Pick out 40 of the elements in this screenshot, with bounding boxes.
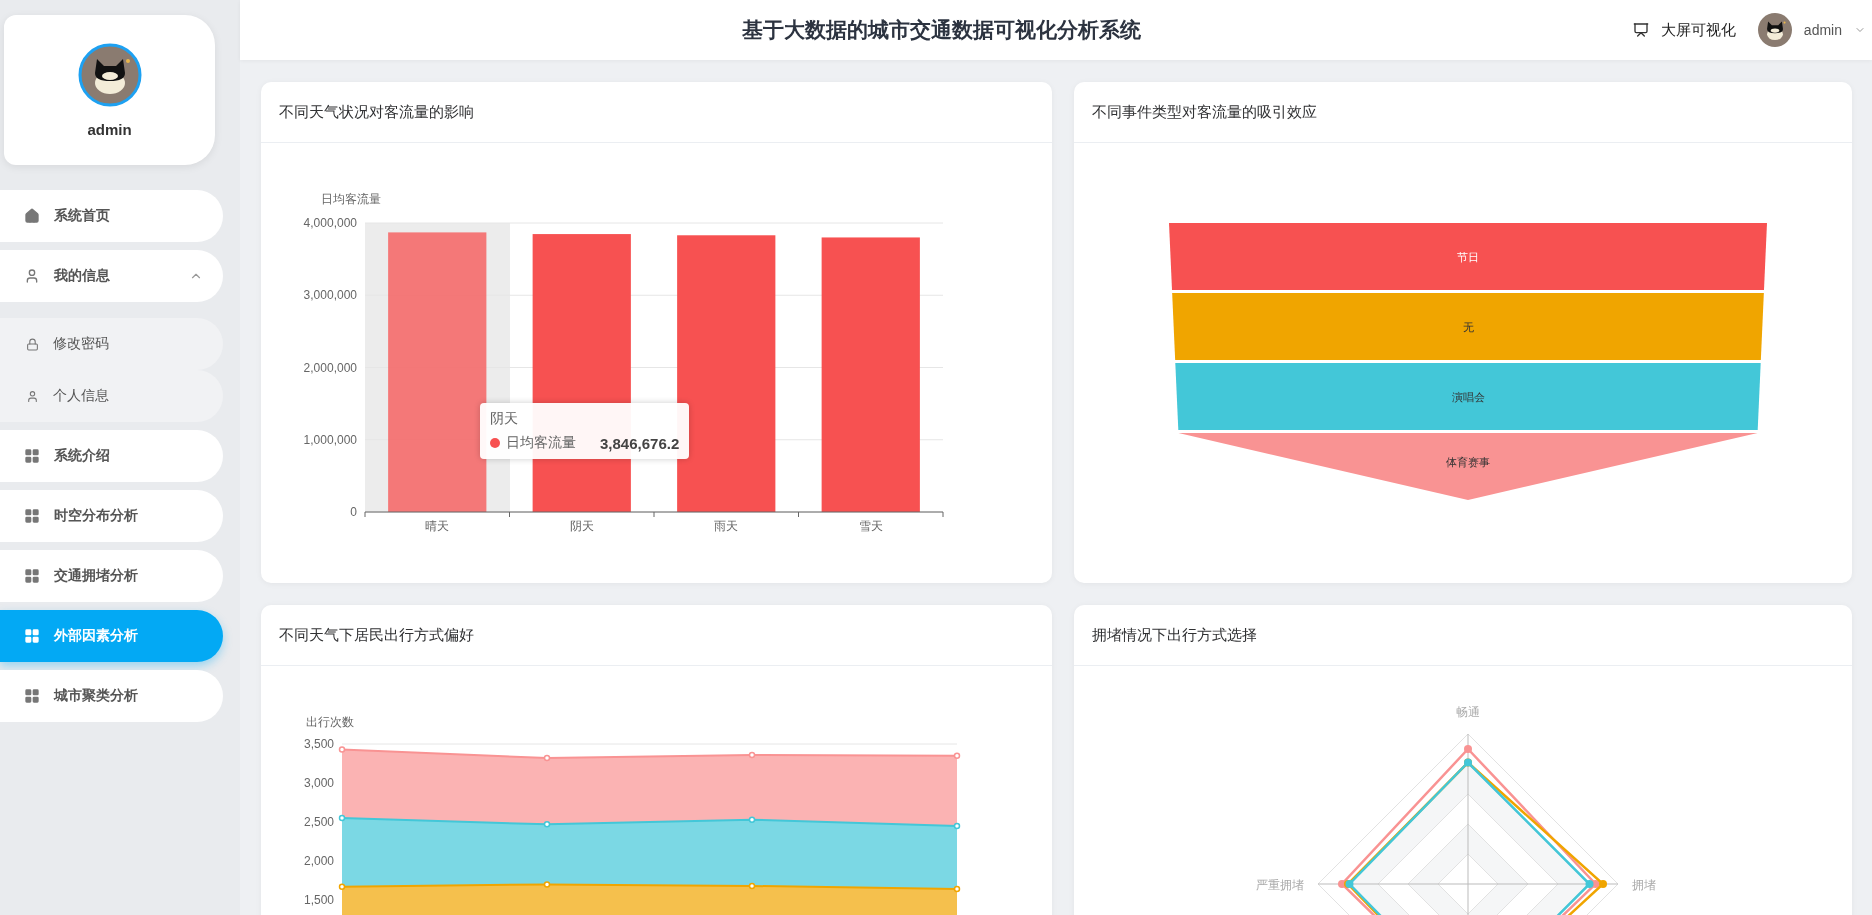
axis-label: 畅通 <box>1456 705 1480 719</box>
axis-title: 出行次数 <box>306 715 354 729</box>
axis-title: 日均客流量 <box>321 192 381 206</box>
profile-name: admin <box>87 120 132 138</box>
menu-item[interactable]: 时空分布分析 <box>0 490 223 542</box>
category-label: 晴天 <box>425 519 450 533</box>
tick-label: 1,000,000 <box>303 432 357 447</box>
submenu-item[interactable]: 修改密码 <box>0 318 223 370</box>
axis-label: 严重拥堵 <box>1256 878 1304 892</box>
submenu-item[interactable]: 个人信息 <box>0 370 223 422</box>
funnel-label: 节日 <box>1457 250 1479 263</box>
category-label: 阴天 <box>569 519 594 533</box>
card-title: 不同天气状况对客流量的影响 <box>261 82 1052 143</box>
tick-label: 1,500 <box>303 893 334 907</box>
tooltip: 阴天 日均客流量 3,846,676.2 <box>480 403 690 459</box>
category-label: 雨天 <box>714 519 739 533</box>
card-title: 不同事件类型对客流量的吸引效应 <box>1074 82 1852 143</box>
menu-item[interactable]: 交通拥堵分析 <box>0 550 223 602</box>
tick-label: 2,000 <box>303 854 334 868</box>
menu-item[interactable]: 系统介绍 <box>0 430 223 482</box>
funnel-label: 演唱会 <box>1451 390 1485 403</box>
menu-item[interactable]: 城市聚类分析 <box>0 670 223 722</box>
funnel-label: 体育赛事 <box>1446 456 1490 468</box>
axis-label: 拥堵 <box>1632 878 1656 892</box>
menu-item[interactable]: 系统首页 <box>0 190 223 242</box>
card-title: 拥堵情况下出行方式选择 <box>1074 605 1852 666</box>
tick-label: 3,000,000 <box>303 288 357 303</box>
category-label: 雪天 <box>858 519 883 533</box>
tick-label: 2,000,000 <box>303 360 357 375</box>
card-title: 不同天气下居民出行方式偏好 <box>261 605 1052 666</box>
user-menu[interactable]: admin <box>1803 22 1842 38</box>
tick-label: 0 <box>350 505 357 519</box>
tick-label: 3,500 <box>303 737 334 751</box>
tick-label: 3,000 <box>303 776 334 790</box>
tick-label: 2,500 <box>303 815 334 829</box>
funnel-label: 无 <box>1462 320 1474 333</box>
page-title: 基于大数据的城市交通数据可视化分析系统 <box>740 17 1142 43</box>
menu-item[interactable]: 我的信息 <box>0 250 223 302</box>
bigscreen-link[interactable]: 大屏可视化 <box>1660 20 1736 40</box>
tick-label: 4,000,000 <box>303 216 357 230</box>
